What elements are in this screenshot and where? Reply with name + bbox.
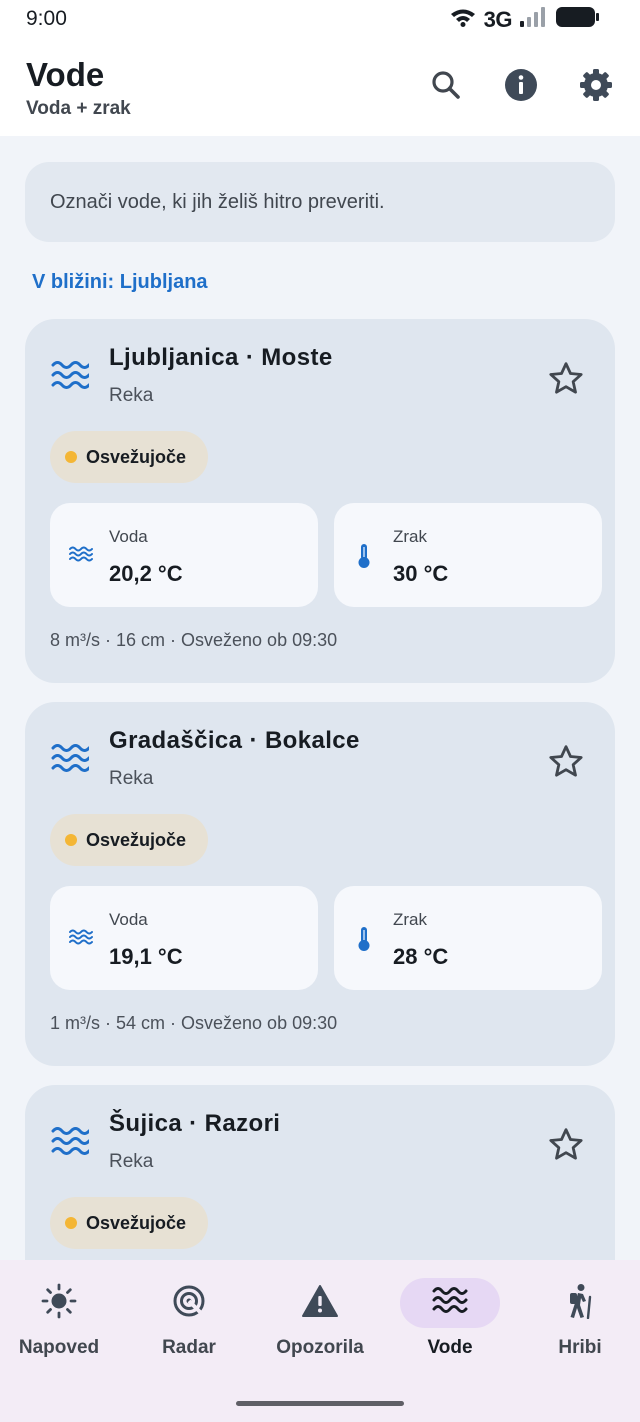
status-badge: Osvežujoče bbox=[50, 431, 209, 483]
info-icon bbox=[504, 68, 538, 107]
water-temp-tile: Voda 20,2 °C bbox=[50, 503, 318, 607]
radar-icon bbox=[171, 1283, 207, 1324]
nav-label: Radar bbox=[162, 1337, 216, 1358]
favorite-star-button[interactable] bbox=[546, 359, 586, 404]
nav-item-vode[interactable]: Vode bbox=[385, 1278, 515, 1378]
waves-icon bbox=[432, 1285, 468, 1322]
nearby-location-label: V bližini: Ljubljana bbox=[32, 271, 208, 293]
status-bar: 9:00 3G bbox=[0, 0, 640, 40]
nav-label: Vode bbox=[427, 1337, 473, 1358]
waves-icon bbox=[51, 742, 91, 783]
signal-icon bbox=[520, 7, 548, 32]
thermometer-icon bbox=[357, 543, 371, 574]
air-temp-value: 28 °C bbox=[393, 944, 449, 969]
waves-icon bbox=[69, 928, 93, 951]
water-name: Gradaščica · Bokalce bbox=[109, 727, 360, 754]
search-button[interactable] bbox=[423, 64, 469, 110]
status-dot bbox=[65, 1217, 77, 1229]
nav-pill-active bbox=[400, 1278, 500, 1328]
nav-item-napoved[interactable]: Napoved bbox=[0, 1278, 124, 1378]
bottom-navigation: Napoved Radar Opozorila Vode Hribi bbox=[0, 1260, 640, 1422]
water-details: 8 m³/s · 16 cm · Osveženo ob 09:30 bbox=[50, 630, 338, 650]
hiker-icon bbox=[564, 1283, 596, 1324]
nav-label: Hribi bbox=[558, 1337, 602, 1358]
water-type: Reka bbox=[109, 385, 154, 406]
status-text: Osvežujoče bbox=[86, 829, 187, 850]
water-card[interactable]: Gradaščica · Bokalce Reka Osvežujoče Vod… bbox=[25, 702, 615, 1066]
air-temp-label: Zrak bbox=[393, 910, 427, 929]
air-temp-label: Zrak bbox=[393, 527, 427, 546]
nav-pill bbox=[9, 1278, 109, 1328]
nav-item-hribi[interactable]: Hribi bbox=[515, 1278, 640, 1378]
status-dot bbox=[65, 451, 77, 463]
water-type: Reka bbox=[109, 768, 154, 789]
air-temp-value: 30 °C bbox=[393, 561, 449, 586]
nav-pill bbox=[139, 1278, 239, 1328]
nav-item-radar[interactable]: Radar bbox=[124, 1278, 254, 1378]
waves-icon bbox=[51, 1125, 91, 1166]
sun-icon bbox=[41, 1283, 77, 1324]
water-details: 1 m³/s · 54 cm · Osveženo ob 09:30 bbox=[50, 1013, 338, 1033]
water-name: Ljubljanica · Moste bbox=[109, 344, 333, 371]
favorite-star-button[interactable] bbox=[546, 742, 586, 787]
page-title: Vode bbox=[26, 56, 105, 93]
search-icon bbox=[430, 69, 462, 106]
water-temp-label: Voda bbox=[109, 910, 148, 929]
gear-icon bbox=[579, 68, 613, 107]
warning-icon bbox=[301, 1284, 339, 1323]
settings-button[interactable] bbox=[573, 64, 619, 110]
water-type: Reka bbox=[109, 1151, 154, 1172]
waves-icon bbox=[51, 359, 91, 400]
status-text: Osvežujoče bbox=[86, 446, 187, 467]
app-bar: Vode Voda + zrak bbox=[0, 40, 640, 136]
page-subtitle: Voda + zrak bbox=[26, 98, 131, 119]
wifi-icon bbox=[450, 7, 476, 32]
info-button[interactable] bbox=[498, 64, 544, 110]
air-temp-tile: Zrak 28 °C bbox=[334, 886, 602, 990]
hint-text: Označi vode, ki jih želiš hitro preverit… bbox=[50, 190, 385, 213]
favorite-star-button[interactable] bbox=[546, 1125, 586, 1170]
status-badge: Osvežujoče bbox=[50, 814, 209, 866]
status-badge: Osvežujoče bbox=[50, 1197, 209, 1249]
water-temp-value: 20,2 °C bbox=[109, 561, 183, 586]
status-time: 9:00 bbox=[26, 7, 67, 30]
water-temp-tile: Voda 19,1 °C bbox=[50, 886, 318, 990]
waves-icon bbox=[69, 545, 93, 568]
network-type: 3G bbox=[483, 6, 513, 32]
water-temp-value: 19,1 °C bbox=[109, 944, 183, 969]
battery-icon bbox=[556, 6, 600, 33]
status-icons: 3G bbox=[450, 6, 600, 33]
nav-pill bbox=[530, 1278, 630, 1328]
water-card[interactable]: Ljubljanica · Moste Reka Osvežujoče Voda… bbox=[25, 319, 615, 683]
water-temp-label: Voda bbox=[109, 527, 148, 546]
nav-pill bbox=[270, 1278, 370, 1328]
air-temp-tile: Zrak 30 °C bbox=[334, 503, 602, 607]
nav-label: Opozorila bbox=[276, 1337, 364, 1358]
home-indicator[interactable] bbox=[236, 1401, 404, 1406]
status-dot bbox=[65, 834, 77, 846]
water-name: Šujica · Razori bbox=[109, 1110, 281, 1137]
nav-item-opozorila[interactable]: Opozorila bbox=[255, 1278, 385, 1378]
thermometer-icon bbox=[357, 926, 371, 957]
water-list: Ljubljanica · Moste Reka Osvežujoče Voda… bbox=[25, 319, 615, 1422]
nav-label: Napoved bbox=[18, 1337, 100, 1358]
hint-box: Označi vode, ki jih želiš hitro preverit… bbox=[25, 162, 615, 242]
status-text: Osvežujoče bbox=[86, 1212, 187, 1233]
